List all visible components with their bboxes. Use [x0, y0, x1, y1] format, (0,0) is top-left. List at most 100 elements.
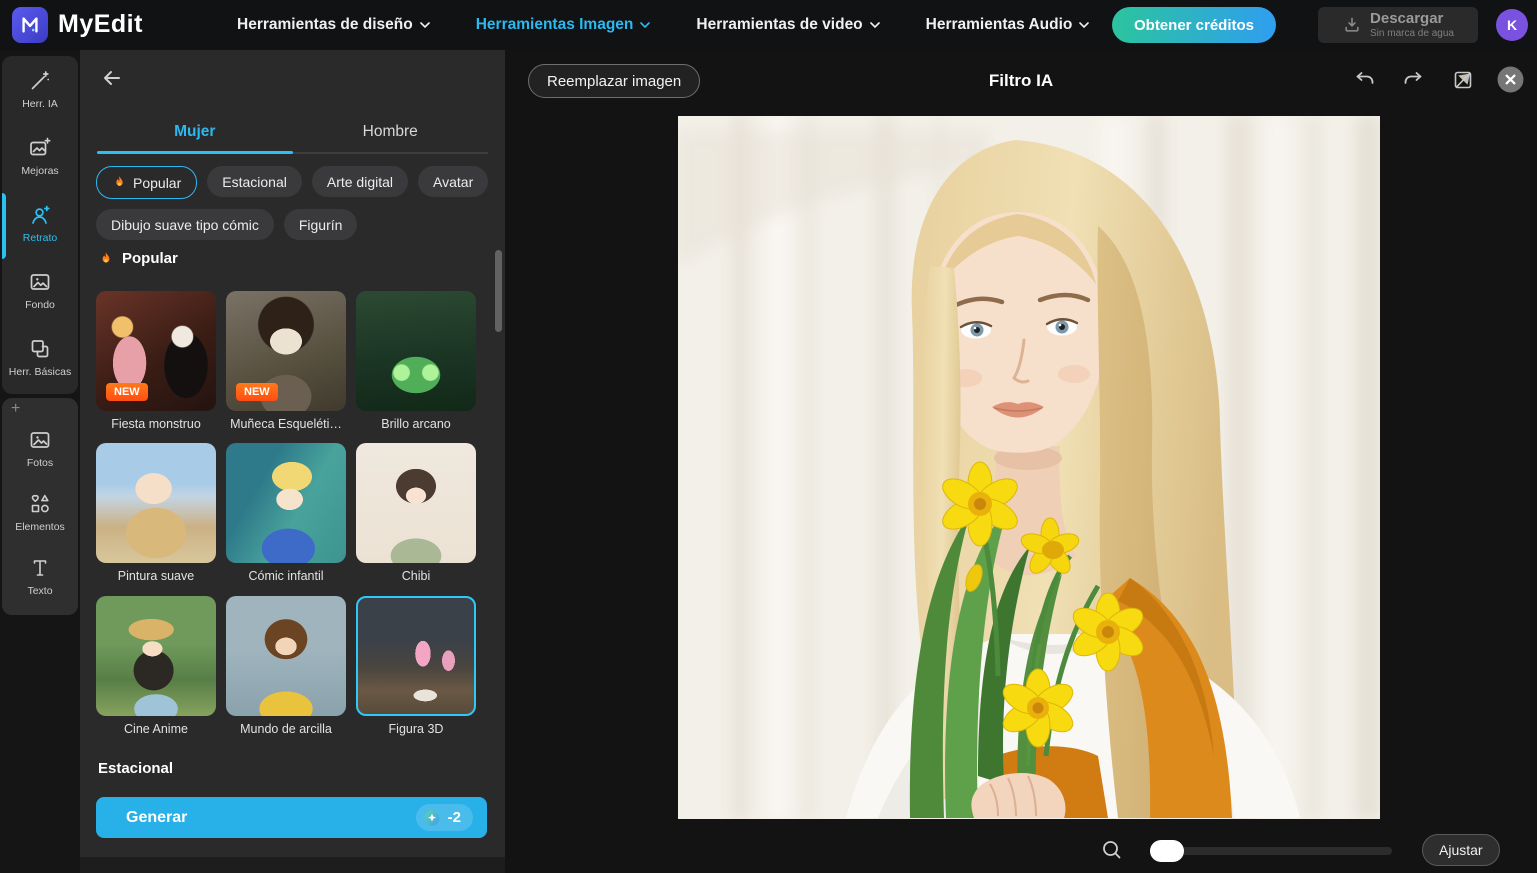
style-card-muneca-esqueletica[interactable]: NEW Muñeca Esqueléti… [226, 291, 346, 431]
user-avatar[interactable]: K [1496, 9, 1528, 41]
style-name: Brillo arcano [381, 417, 451, 431]
section-title-popular: Popular [98, 250, 178, 267]
style-card-pintura-suave[interactable]: Pintura suave [96, 443, 216, 583]
page-title: Filtro IA [988, 71, 1054, 90]
style-thumbnail[interactable] [356, 596, 476, 716]
download-sublabel: Sin marca de agua [1370, 27, 1454, 39]
main-menu: Herramientas de diseño Herramientas Imag… [237, 0, 1090, 50]
style-card-mundo-de-arcilla[interactable]: Mundo de arcilla [226, 596, 346, 736]
style-name: Pintura suave [117, 569, 195, 583]
rail-item-texto[interactable]: Texto [2, 544, 78, 608]
gender-tabs: Mujer Hombre [97, 112, 488, 154]
style-thumbnail[interactable]: NEW [96, 291, 216, 411]
chevron-down-icon [640, 22, 651, 28]
rail-item-mejoras[interactable]: Mejoras [2, 123, 78, 190]
style-card-fiesta-monstruo[interactable]: NEW Fiesta monstruo [96, 291, 216, 431]
generate-button[interactable]: Generar -2 [96, 797, 487, 838]
style-name: Cine Anime [124, 722, 188, 736]
style-name: Muñeca Esqueléti… [230, 417, 342, 431]
panel-footer-shade [80, 857, 505, 873]
download-label: Descargar [1370, 10, 1444, 28]
add-icon[interactable]: + [11, 400, 20, 418]
myedit-app: MyEdit Herramientas de diseño Herramient… [0, 0, 1537, 873]
rail-item-elementos[interactable]: Elementos [2, 480, 78, 544]
fit-to-screen-button[interactable]: Ajustar [1422, 834, 1500, 866]
preview-image [678, 116, 1380, 819]
credit-gem-icon [424, 808, 440, 826]
shapes-icon [31, 494, 49, 512]
zoom-slider[interactable] [1150, 840, 1392, 862]
download-icon [1345, 17, 1359, 32]
style-card-brillo-arcano[interactable]: Brillo arcano [356, 291, 476, 431]
chevron-down-icon [869, 22, 880, 28]
magic-wand-icon [31, 71, 50, 90]
rail-item-herr-basicas[interactable]: Herr. Básicas [2, 324, 78, 391]
credit-cost-badge: -2 [415, 804, 473, 831]
rail-item-fotos[interactable]: Fotos [2, 416, 78, 480]
style-name: Mundo de arcilla [240, 722, 332, 736]
new-badge: NEW [106, 383, 148, 401]
chip-popular[interactable]: Popular [96, 166, 198, 199]
menu-design-tools[interactable]: Herramientas de diseño [237, 16, 430, 34]
rail-group-ai-tools: Herr. IA Mejoras Retrato Fondo Herr. Bás… [2, 56, 78, 394]
style-card-comic-infantil[interactable]: Cómic infantil [226, 443, 346, 583]
chevron-down-icon [419, 22, 430, 28]
style-thumbnail[interactable] [356, 291, 476, 411]
top-navbar: MyEdit Herramientas de diseño Herramient… [0, 0, 1537, 50]
tool-rail: Herr. IA Mejoras Retrato Fondo Herr. Bás… [0, 50, 80, 873]
background-image-icon [30, 274, 50, 290]
editor-canvas: Reemplazar imagen Filtro IA Ajustar [505, 50, 1537, 873]
active-indicator [2, 193, 6, 259]
style-card-cine-anime[interactable]: Cine Anime [96, 596, 216, 736]
chevron-down-icon [1079, 22, 1090, 28]
brand-name[interactable]: MyEdit [58, 10, 143, 39]
rail-item-herr-ia[interactable]: Herr. IA [2, 56, 78, 123]
chip-arte-digital[interactable]: Arte digital [311, 166, 409, 197]
tab-mujer[interactable]: Mujer [97, 112, 293, 154]
undo-button[interactable] [1353, 68, 1377, 92]
style-name: Chibi [401, 569, 431, 583]
rail-item-fondo[interactable]: Fondo [2, 257, 78, 324]
chip-estacional[interactable]: Estacional [207, 166, 302, 197]
category-chips: Popular Estacional Arte digital Avatar D… [96, 166, 496, 240]
get-credits-button[interactable]: Obtener créditos [1112, 7, 1276, 43]
style-name: Figura 3D [388, 722, 444, 736]
portrait-sparkle-icon [32, 205, 50, 224]
download-button[interactable]: Descargar Sin marca de agua [1318, 7, 1478, 43]
panel-scrollbar[interactable] [495, 250, 502, 332]
flame-icon [102, 251, 110, 263]
style-thumbnail[interactable] [226, 443, 346, 563]
style-card-chibi[interactable]: Chibi [356, 443, 476, 583]
style-card-figura-3d[interactable]: Figura 3D [356, 596, 476, 736]
back-button[interactable] [100, 66, 124, 90]
redo-button[interactable] [1401, 68, 1425, 92]
chip-figurin[interactable]: Figurín [283, 209, 358, 240]
zoom-slider-thumb[interactable] [1150, 840, 1184, 862]
new-badge: NEW [236, 383, 278, 401]
credit-cost: -2 [447, 809, 461, 826]
style-name: Cómic infantil [248, 569, 324, 583]
rail-item-retrato[interactable]: Retrato [2, 190, 78, 257]
zoom-magnifier-icon [1100, 838, 1124, 862]
flame-icon [116, 176, 123, 186]
rail-group-assets: + Fotos Elementos Texto [2, 398, 78, 615]
style-thumbnail[interactable] [226, 596, 346, 716]
menu-image-tools[interactable]: Herramientas Imagen [476, 16, 651, 34]
image-sparkle-icon [30, 137, 51, 156]
chip-avatar[interactable]: Avatar [418, 166, 489, 197]
style-thumbnail[interactable] [356, 443, 476, 563]
style-thumbnail[interactable] [96, 443, 216, 563]
style-panel: Mujer Hombre Popular Estacional Arte dig… [80, 50, 505, 873]
menu-audio-tools[interactable]: Herramientas Audio [926, 16, 1090, 34]
menu-video-tools[interactable]: Herramientas de video [696, 16, 880, 34]
style-name: Fiesta monstruo [111, 417, 201, 431]
chip-dibujo-suave[interactable]: Dibujo suave tipo cómic [96, 209, 274, 240]
myedit-logo-icon[interactable] [12, 7, 48, 43]
section-title-estacional: Estacional [98, 760, 174, 777]
close-button[interactable] [1497, 66, 1524, 93]
tab-hombre[interactable]: Hombre [293, 112, 489, 152]
compare-before-after-button[interactable] [1451, 68, 1475, 92]
photo-icon [30, 431, 50, 448]
style-thumbnail[interactable]: NEW [226, 291, 346, 411]
style-thumbnail[interactable] [96, 596, 216, 716]
